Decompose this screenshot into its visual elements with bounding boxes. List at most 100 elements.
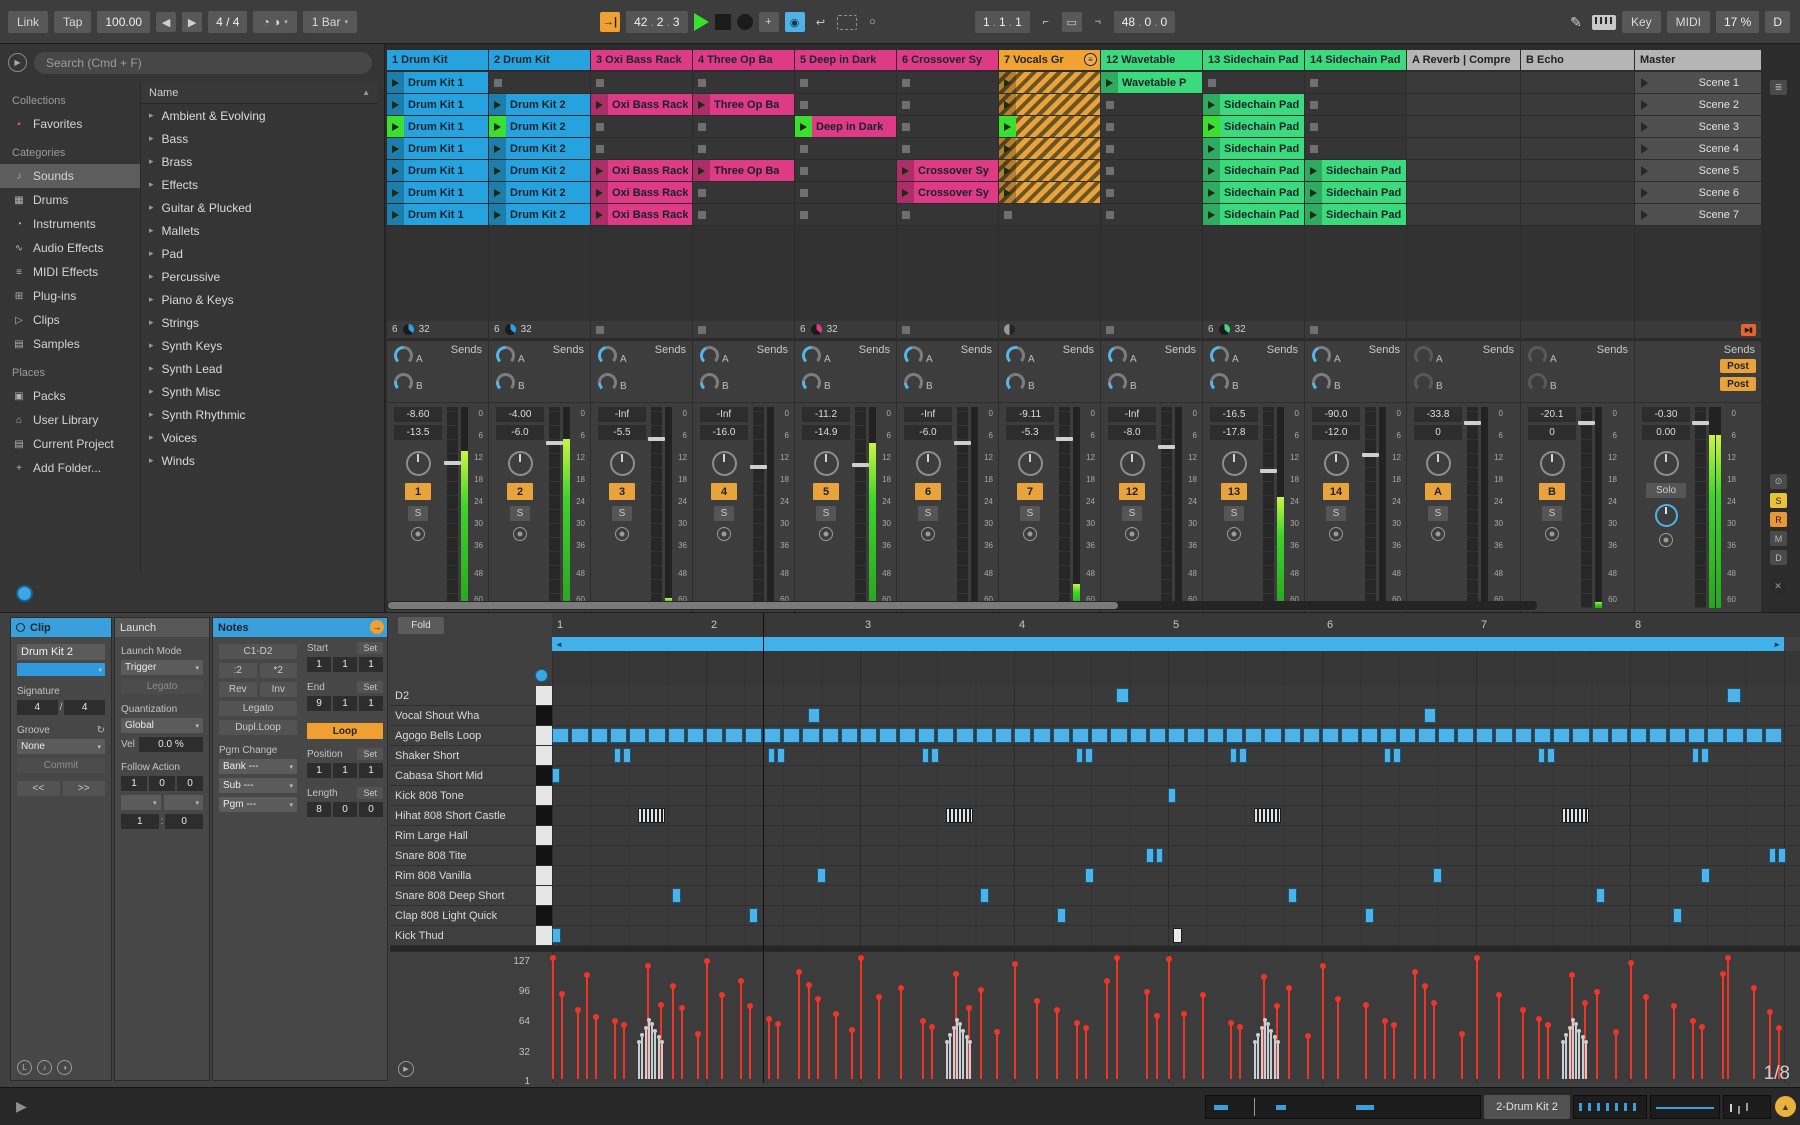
scene-slot[interactable]: Scene 4 <box>1635 138 1761 159</box>
velocity-stem[interactable] <box>747 1003 754 1079</box>
midi-note[interactable] <box>1360 728 1378 743</box>
midi-note[interactable] <box>1546 748 1555 763</box>
volume-fader[interactable] <box>1362 407 1379 608</box>
expand-icon[interactable]: ▸ <box>149 363 154 374</box>
length-sixteenths[interactable]: 0 <box>359 802 383 817</box>
midi-note[interactable] <box>1514 728 1532 743</box>
invert-button[interactable]: Inv <box>259 682 297 697</box>
empty-clip-slot[interactable] <box>795 160 896 181</box>
expand-icon[interactable]: ▸ <box>149 202 154 213</box>
clip-launch-button[interactable] <box>489 94 506 115</box>
clip-slot[interactable] <box>999 182 1100 203</box>
sidebar-item-favorites[interactable]: ▪ Favorites <box>12 112 140 136</box>
volume-fader[interactable] <box>546 407 563 608</box>
track-header[interactable]: 6 Crossover Sy <box>897 50 998 70</box>
volume-fader[interactable] <box>444 407 461 608</box>
velocity-stem[interactable] <box>1583 1040 1588 1079</box>
cue-volume-knob[interactable] <box>1654 504 1678 527</box>
follow-action-a-chooser[interactable]: ▾ <box>121 795 161 810</box>
velocity-stem[interactable] <box>1567 1025 1572 1079</box>
midi-note[interactable] <box>975 728 993 743</box>
sidebar-item-add-folder-[interactable]: + Add Folder... <box>12 456 140 480</box>
velocity-stem[interactable] <box>1390 1021 1397 1079</box>
velocity-stem[interactable] <box>805 981 812 1079</box>
velocity-stem[interactable] <box>620 1021 627 1079</box>
midi-note[interactable] <box>1456 728 1474 743</box>
midi-note[interactable] <box>1148 728 1166 743</box>
velocity-stem[interactable] <box>1698 1023 1705 1079</box>
midi-note-roll[interactable] <box>1254 808 1282 823</box>
midi-note[interactable] <box>898 728 916 743</box>
empty-clip-slot[interactable] <box>897 94 998 115</box>
clip-launch-button[interactable] <box>591 182 608 203</box>
clip-launch-button[interactable] <box>387 72 404 93</box>
fader-handle[interactable] <box>1158 445 1175 450</box>
clip-launch-button[interactable] <box>693 94 710 115</box>
midi-note[interactable] <box>1075 748 1084 763</box>
midi-note[interactable] <box>1084 748 1093 763</box>
clip-launch-button[interactable] <box>1305 182 1322 203</box>
tempo-display[interactable]: 100.00 <box>97 11 151 33</box>
midi-note[interactable] <box>1187 728 1205 743</box>
session-record-button[interactable]: ◉ <box>784 12 805 32</box>
follow-action-chance-b[interactable]: 0 <box>165 814 203 829</box>
empty-clip-slot[interactable] <box>693 116 794 137</box>
scene-launch-icon[interactable] <box>1641 77 1648 88</box>
clip-launch-button[interactable] <box>489 160 506 181</box>
computer-midi-keyboard-button[interactable] <box>1591 14 1616 30</box>
browser-list-item[interactable]: ▸ Pad <box>141 242 378 265</box>
empty-clip-slot[interactable] <box>1101 182 1202 203</box>
fold-to-arrangement-icon[interactable]: → <box>370 620 384 634</box>
volume-fader[interactable] <box>954 407 971 608</box>
velocity-stem[interactable] <box>1474 955 1480 1079</box>
midi-note[interactable] <box>1399 728 1417 743</box>
pan-knob[interactable] <box>507 451 533 476</box>
midi-note[interactable] <box>1727 688 1741 703</box>
midi-note[interactable] <box>1700 868 1711 883</box>
velocity-stem[interactable] <box>876 994 883 1079</box>
midi-note[interactable] <box>1495 728 1513 743</box>
track-header[interactable]: 3 Oxi Bass Rack <box>591 50 692 70</box>
midi-note[interactable] <box>879 728 897 743</box>
velocity-stem[interactable] <box>1320 963 1326 1079</box>
clip-slot[interactable]: Sidechain Pad <box>1203 182 1304 203</box>
solo-button[interactable]: S <box>1122 506 1142 521</box>
midi-note[interactable] <box>1432 868 1443 883</box>
velocity-stem[interactable] <box>1286 985 1293 1079</box>
velocity-stem[interactable] <box>1113 955 1120 1079</box>
notification-circle-icon[interactable]: ▲ <box>1775 1096 1796 1117</box>
empty-clip-slot[interactable] <box>1305 72 1406 93</box>
velocity-stem[interactable] <box>1253 1040 1258 1079</box>
volume-fader[interactable] <box>1464 407 1481 608</box>
clip-slot[interactable]: Drum Kit 2 <box>489 204 590 225</box>
track-header[interactable]: 5 Deep in Dark <box>795 50 896 70</box>
send-knob-a[interactable] <box>1210 346 1229 365</box>
send-knob-a[interactable] <box>496 346 515 365</box>
clip-slot[interactable]: Sidechain Pad <box>1203 204 1304 225</box>
clip-name-field[interactable]: Drum Kit 2 <box>17 644 105 660</box>
expand-icon[interactable]: ▸ <box>149 179 154 190</box>
track-header[interactable]: 2 Drum Kit <box>489 50 590 70</box>
pan-knob[interactable] <box>1539 451 1565 476</box>
drum-row-label[interactable]: Clap 808 Light Quick <box>390 906 536 926</box>
drum-row-label[interactable]: Agogo Bells Loop <box>390 726 536 746</box>
midi-note[interactable] <box>1768 848 1777 863</box>
midi-note[interactable] <box>667 728 685 743</box>
solo-button[interactable]: S <box>918 506 938 521</box>
browser-list-item[interactable]: ▸ Strings <box>141 311 378 334</box>
launch-mode-chooser[interactable]: Trigger ▾ <box>121 660 203 675</box>
send-knob-a[interactable] <box>700 346 719 365</box>
track-header[interactable]: A Reverb | Compre <box>1407 50 1520 70</box>
follow-button[interactable]: →| <box>600 12 621 32</box>
browser-list-item[interactable]: ▸ Guitar & Plucked <box>141 196 378 219</box>
fader-handle[interactable] <box>1464 421 1481 426</box>
velocity-stem[interactable] <box>593 1014 600 1079</box>
scene-slot[interactable]: Scene 7 <box>1635 204 1761 225</box>
clip-slot[interactable]: Deep in Dark <box>795 116 896 137</box>
clip-launch-button[interactable] <box>387 204 404 225</box>
volume-fader[interactable] <box>1158 407 1175 608</box>
clip-launch-button[interactable] <box>1203 138 1220 159</box>
tap-tempo-button[interactable]: Tap <box>54 11 92 33</box>
clip-slot[interactable]: Crossover Sy <box>897 160 998 181</box>
browser-list-item[interactable]: ▸ Voices <box>141 426 378 449</box>
